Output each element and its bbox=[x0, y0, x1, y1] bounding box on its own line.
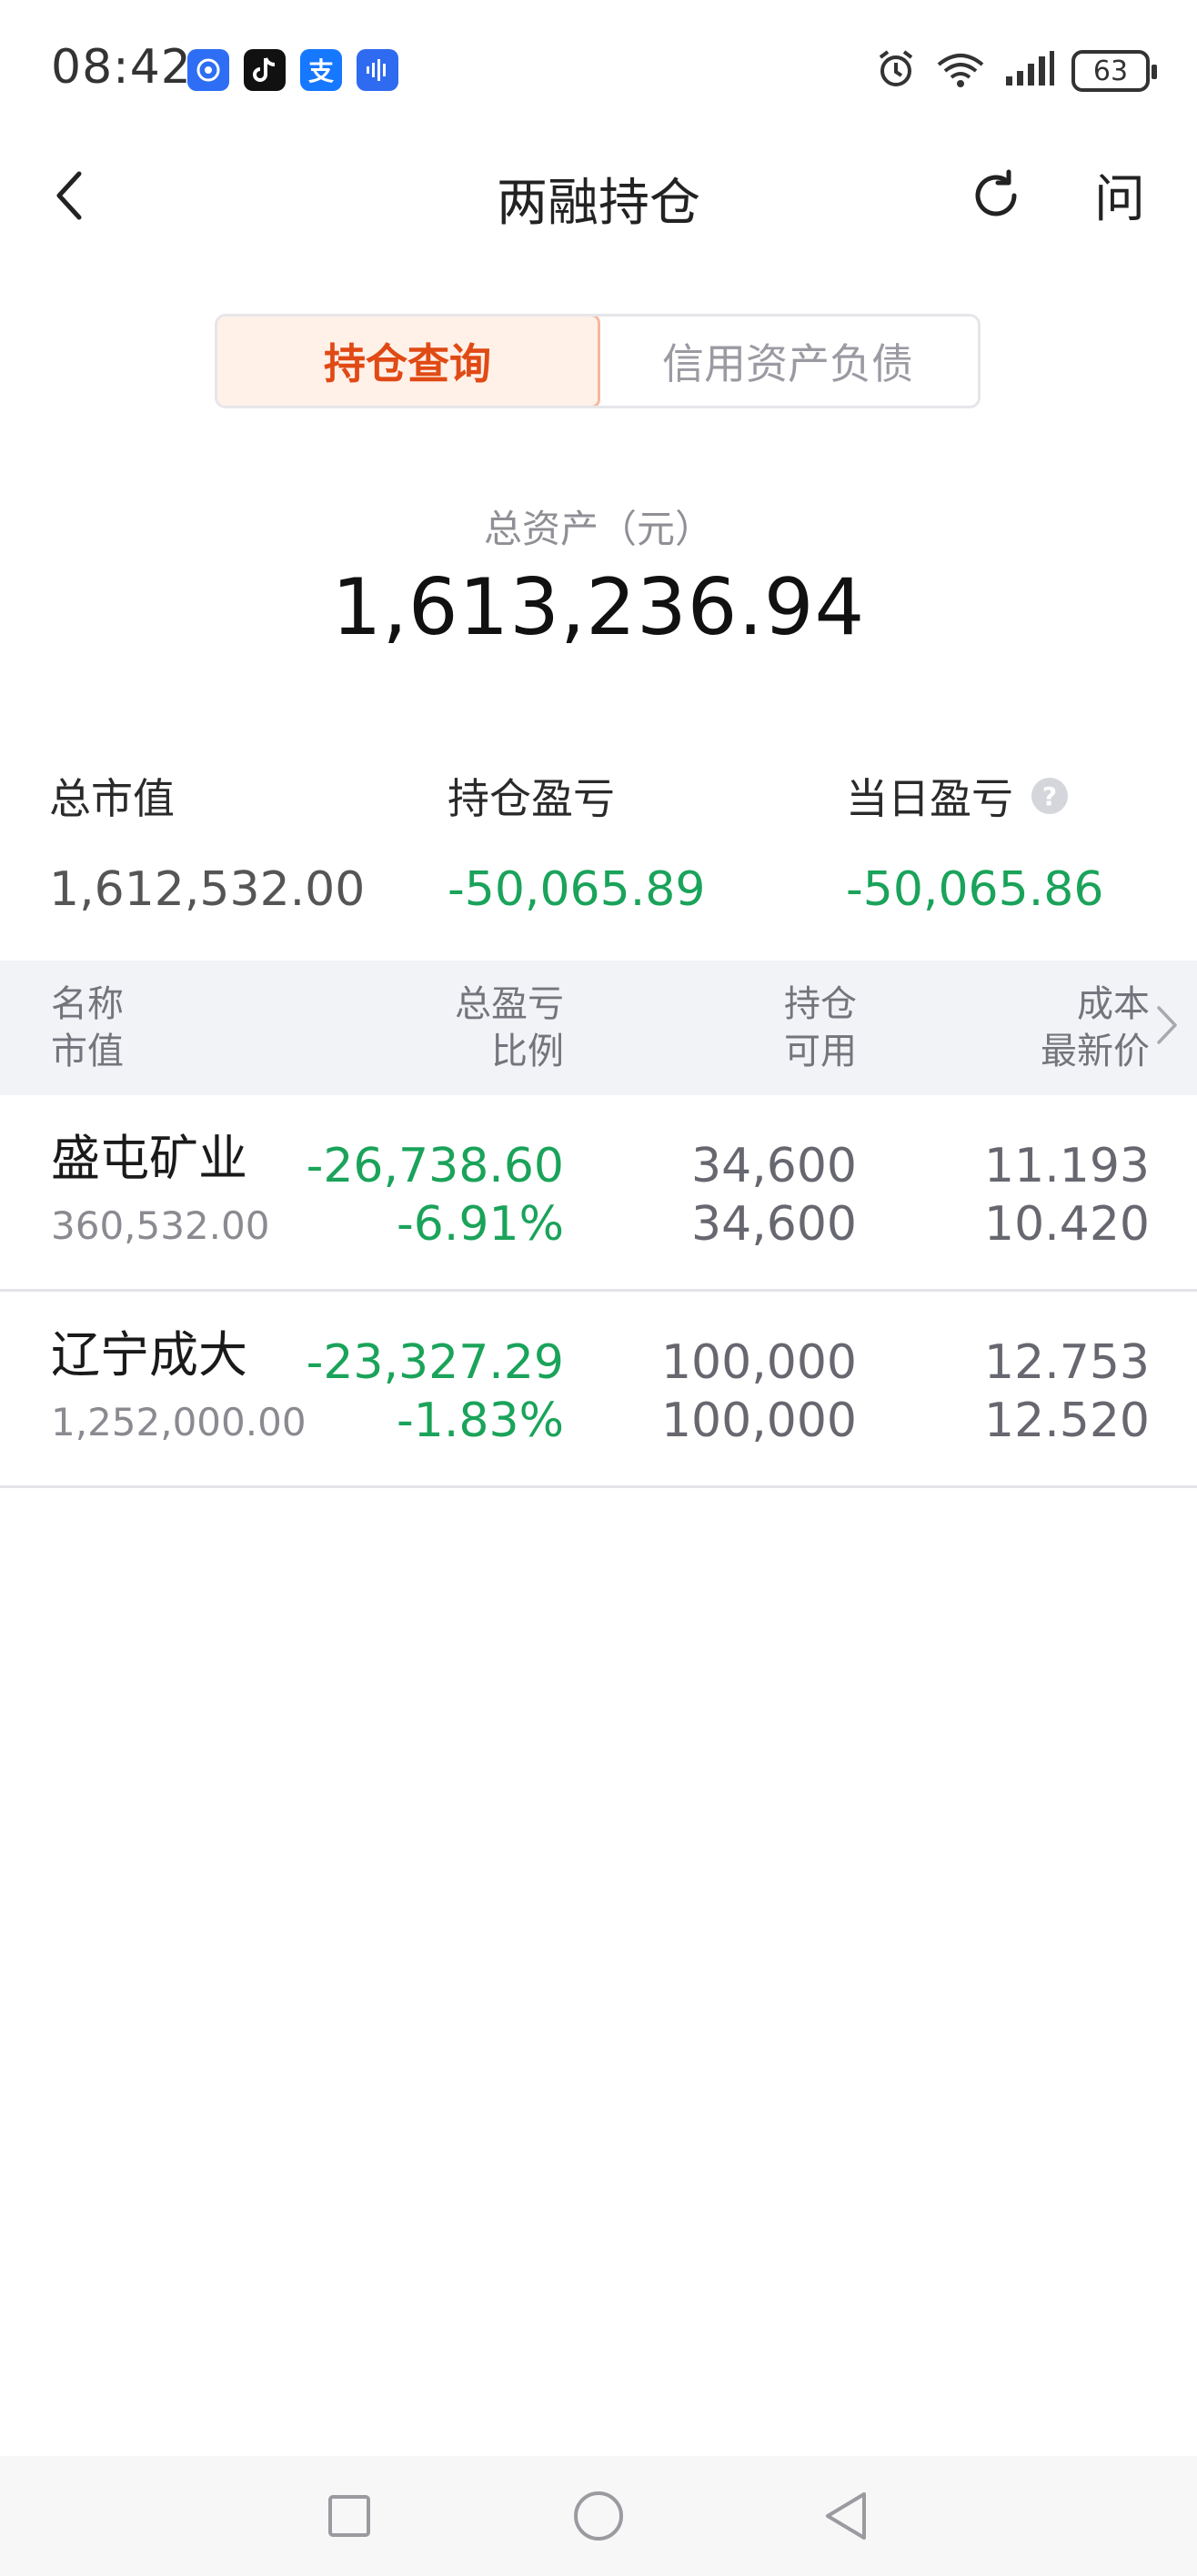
home-icon[interactable] bbox=[566, 2483, 631, 2549]
help-button[interactable]: 问 bbox=[1088, 158, 1152, 231]
col-header-position[interactable]: 持仓 可用 bbox=[784, 981, 857, 1075]
cost-price: 11.193 bbox=[984, 1139, 1150, 1193]
col-header-top: 成本 bbox=[1077, 983, 1150, 1025]
table-row[interactable]: 盛屯矿业 360,532.00 -26,738.60 -6.91% 34,600… bbox=[0, 1095, 1197, 1292]
col-header-cost[interactable]: 成本 最新价 bbox=[1041, 981, 1150, 1075]
chevron-right-icon[interactable] bbox=[1155, 1004, 1179, 1050]
help-circle-icon[interactable]: ? bbox=[1031, 778, 1068, 814]
col-header-name[interactable]: 名称 市值 bbox=[51, 981, 124, 1075]
col-header-bottom: 比例 bbox=[491, 1031, 564, 1072]
status-time: 08:42 bbox=[51, 40, 192, 95]
total-assets-value: 1,613,236.94 bbox=[331, 562, 866, 653]
col-header-bottom: 市值 bbox=[51, 1031, 124, 1072]
alarm-icon bbox=[875, 48, 917, 94]
tiktok-icon bbox=[244, 49, 286, 91]
col-header-top: 持仓 bbox=[784, 983, 857, 1025]
available-qty: 34,600 bbox=[691, 1197, 857, 1252]
market-value: 1,252,000.00 bbox=[51, 1400, 307, 1444]
available-qty: 100,000 bbox=[660, 1394, 857, 1448]
latest-price: 12.520 bbox=[984, 1394, 1150, 1448]
latest-price: 10.420 bbox=[984, 1197, 1150, 1252]
pl-ratio: -1.83% bbox=[397, 1394, 564, 1448]
stat-market-value: 总市值 1,612,532.00 bbox=[49, 766, 365, 917]
col-header-total-pl[interactable]: 总盈亏 比例 bbox=[455, 981, 564, 1075]
position-qty: 34,600 bbox=[691, 1139, 857, 1193]
stat-daily-pl: 当日盈亏 ? -50,065.86 bbox=[846, 766, 1103, 917]
stock-name: 盛屯矿业 bbox=[51, 1130, 247, 1187]
stock-name: 辽宁成大 bbox=[51, 1326, 247, 1384]
total-pl: -26,738.60 bbox=[306, 1139, 564, 1193]
recent-apps-icon[interactable] bbox=[317, 2483, 382, 2549]
wifi-icon bbox=[933, 48, 988, 94]
col-header-top: 总盈亏 bbox=[455, 983, 564, 1025]
battery-indicator: 63 bbox=[1071, 50, 1157, 92]
segmented-tabs: 持仓查询 信用资产负债 bbox=[215, 314, 981, 408]
signal-icon bbox=[1004, 51, 1055, 91]
status-right-group: 63 bbox=[875, 45, 1157, 96]
market-value: 360,532.00 bbox=[51, 1203, 270, 1248]
total-assets-label: 总资产（元） bbox=[483, 507, 713, 551]
stat-value: -50,065.86 bbox=[846, 862, 1104, 917]
cost-price: 12.753 bbox=[984, 1335, 1150, 1390]
stat-value: -50,065.89 bbox=[448, 862, 706, 917]
system-nav-bar bbox=[0, 2456, 1197, 2576]
refresh-button[interactable] bbox=[962, 162, 1030, 229]
table-header: 名称 市值 总盈亏 比例 持仓 可用 成本 最新价 bbox=[0, 961, 1197, 1095]
voice-app-icon bbox=[357, 49, 398, 91]
stat-label-row: 当日盈亏 ? bbox=[846, 766, 1103, 826]
alipay-icon: 支 bbox=[300, 49, 342, 91]
tab-credit-assets[interactable]: 信用资产负债 bbox=[598, 317, 978, 406]
pl-ratio: -6.91% bbox=[397, 1197, 564, 1252]
stat-label: 当日盈亏 bbox=[846, 774, 1013, 823]
tab-position-query[interactable]: 持仓查询 bbox=[217, 317, 600, 406]
status-bar: 08:42 支 63 bbox=[0, 0, 1197, 136]
table-row[interactable]: 辽宁成大 1,252,000.00 -23,327.29 -1.83% 100,… bbox=[0, 1292, 1197, 1488]
col-header-bottom: 可用 bbox=[784, 1031, 857, 1072]
total-pl: -23,327.29 bbox=[306, 1335, 564, 1390]
app-shield-icon bbox=[187, 49, 229, 91]
header: 两融持仓 问 bbox=[0, 136, 1197, 255]
stat-position-pl: 持仓盈亏 -50,065.89 bbox=[448, 766, 705, 917]
back-triangle-icon[interactable] bbox=[813, 2483, 879, 2549]
col-header-bottom: 最新价 bbox=[1041, 1031, 1150, 1072]
stat-label: 总市值 bbox=[49, 774, 175, 823]
stat-value: 1,612,532.00 bbox=[49, 862, 366, 917]
col-header-top: 名称 bbox=[51, 983, 124, 1025]
refresh-icon bbox=[975, 169, 1017, 216]
position-qty: 100,000 bbox=[660, 1335, 857, 1390]
stat-label: 持仓盈亏 bbox=[448, 774, 615, 823]
